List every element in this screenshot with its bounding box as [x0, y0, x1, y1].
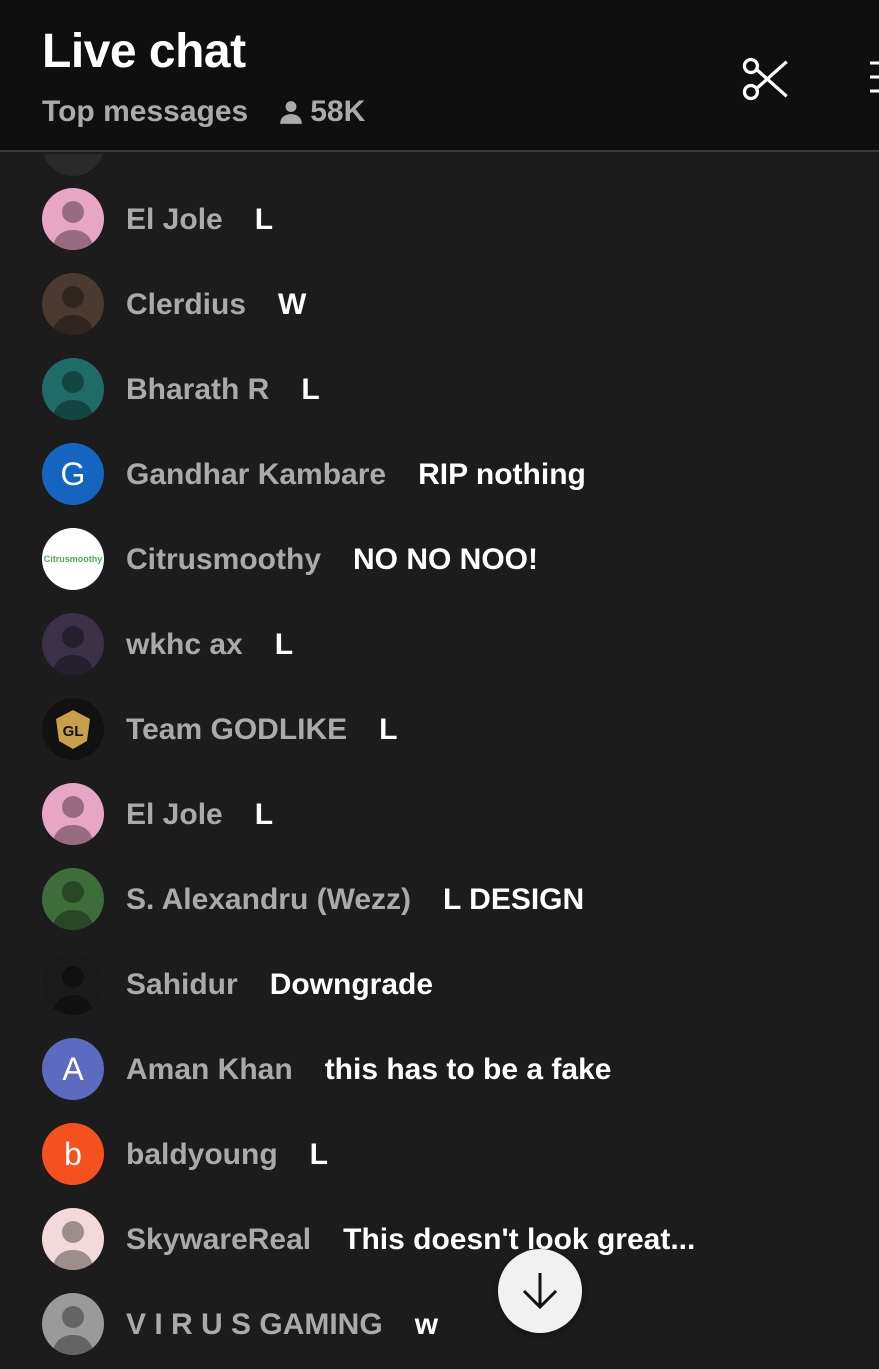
message-author[interactable]: wkhc ax	[126, 628, 243, 662]
message-text: L	[254, 202, 274, 236]
photo-avatar-icon	[52, 881, 94, 930]
chat-header: Live chat Top messages 58K	[0, 0, 879, 152]
svg-text:GL: GL	[63, 723, 84, 740]
avatar[interactable]	[42, 868, 104, 930]
message-author[interactable]: Aman Khan	[126, 1053, 293, 1087]
message-author[interactable]: S. Alexandru (Wezz)	[126, 883, 411, 917]
avatar-logo-text: Citrusmoothy	[43, 554, 103, 564]
chat-message[interactable]: G Gandhar Kambare RIP nothing	[0, 432, 879, 517]
dark-hair-avatar-icon	[52, 286, 94, 335]
chat-message[interactable]: Bharath R L	[0, 347, 879, 432]
message-text: L	[274, 627, 294, 661]
message-text: L	[254, 797, 274, 831]
chat-message[interactable]: GL Team GODLIKE L	[0, 687, 879, 772]
chat-mode-selector[interactable]: Top messages	[42, 95, 248, 129]
message-text: L	[379, 712, 398, 746]
message-text: This doesn't look great...	[343, 1222, 696, 1256]
message-author[interactable]: baldyoung	[126, 1138, 278, 1172]
chat-message[interactable]: Clerdius W	[0, 262, 879, 347]
chat-message[interactable]: SkywareReal This doesn't look great...	[0, 1197, 879, 1282]
avatar[interactable]: A	[42, 1038, 104, 1100]
viewer-count: 58K	[278, 95, 365, 129]
avatar[interactable]	[42, 783, 104, 845]
message-text: this has to be a fake	[324, 1052, 612, 1086]
chat-message[interactable]: A Aman Khan this has to be a fake	[0, 1027, 879, 1112]
avatar[interactable]: GL	[42, 698, 104, 760]
message-author[interactable]: Citrusmoothy	[126, 543, 321, 577]
message-author[interactable]: El Jole	[126, 203, 223, 237]
clip-button[interactable]	[736, 50, 794, 108]
message-text: w	[414, 1307, 439, 1341]
message-author[interactable]: Gandhar Kambare	[126, 458, 386, 492]
message-author[interactable]: Sahidur	[126, 968, 238, 1002]
chat-title: Live chat	[42, 25, 246, 78]
message-text: NO NO NOO!	[353, 542, 538, 576]
chat-message[interactable]: S. Alexandru (Wezz) L DESIGN	[0, 857, 879, 942]
viewer-count-value: 58K	[310, 95, 366, 128]
scroll-to-bottom-button[interactable]	[498, 1249, 582, 1333]
godlike-logo-icon: GL	[56, 710, 90, 749]
message-text: L	[309, 1137, 328, 1171]
chat-message[interactable]: Sahidur Downgrade	[0, 942, 879, 1027]
menu-icon	[870, 61, 879, 93]
chat-message[interactable]: wkhc ax L	[0, 602, 879, 687]
cartoon-avatar-icon	[52, 1221, 94, 1270]
avatar[interactable]	[42, 1293, 104, 1355]
chat-options-button[interactable]	[862, 55, 879, 99]
photo-avatar-icon	[52, 626, 94, 675]
scissors-icon	[742, 57, 788, 101]
anime-avatar-icon	[52, 796, 94, 845]
avatar[interactable]	[42, 953, 104, 1015]
message-text: L DESIGN	[443, 882, 585, 916]
chat-message[interactable]: El Jole L	[0, 772, 879, 857]
anime-avatar-icon	[52, 201, 94, 250]
avatar[interactable]	[42, 188, 104, 250]
chat-message[interactable]: El Jole L	[0, 177, 879, 262]
chat-subheader: Top messages 58K	[42, 95, 365, 129]
message-author[interactable]: Bharath R	[126, 373, 269, 407]
avatar-letter: G	[60, 455, 86, 492]
message-text: RIP nothing	[418, 457, 586, 491]
message-author[interactable]: El Jole	[126, 798, 223, 832]
message-author[interactable]: V I R U S GAMING	[126, 1308, 383, 1342]
chat-message[interactable]: b baldyoung L	[0, 1112, 879, 1197]
avatar[interactable]: G	[42, 443, 104, 505]
chat-message[interactable]: Citrusmoothy Citrusmoothy NO NO NOO!	[0, 517, 879, 602]
message-author[interactable]: SkywareReal	[126, 1223, 311, 1257]
arrow-down-icon	[522, 1273, 558, 1310]
photo-avatar-icon	[52, 371, 94, 420]
avatar[interactable]: Citrusmoothy	[42, 528, 104, 590]
chat-message-list[interactable]: El Jole L Clerdius W Bharath R L G Gandhar Kamb…	[0, 154, 879, 1369]
avatar[interactable]	[42, 1208, 104, 1270]
message-text: Downgrade	[269, 967, 434, 1001]
message-text: W	[278, 287, 307, 321]
avatar	[42, 154, 104, 176]
photo-avatar-icon	[52, 1306, 94, 1355]
message-author[interactable]: Team GODLIKE	[126, 713, 347, 747]
message-text: L	[301, 372, 320, 406]
avatar[interactable]: b	[42, 1123, 104, 1185]
hooded-avatar-icon	[52, 966, 94, 1015]
person-icon	[280, 101, 303, 124]
avatar-letter: b	[64, 1135, 82, 1172]
chat-message[interactable]: V I R U S GAMING w	[0, 1282, 879, 1367]
avatar-letter: A	[62, 1050, 84, 1087]
avatar[interactable]	[42, 613, 104, 675]
avatar[interactable]	[42, 358, 104, 420]
message-author[interactable]: Clerdius	[126, 288, 246, 322]
avatar[interactable]	[42, 273, 104, 335]
